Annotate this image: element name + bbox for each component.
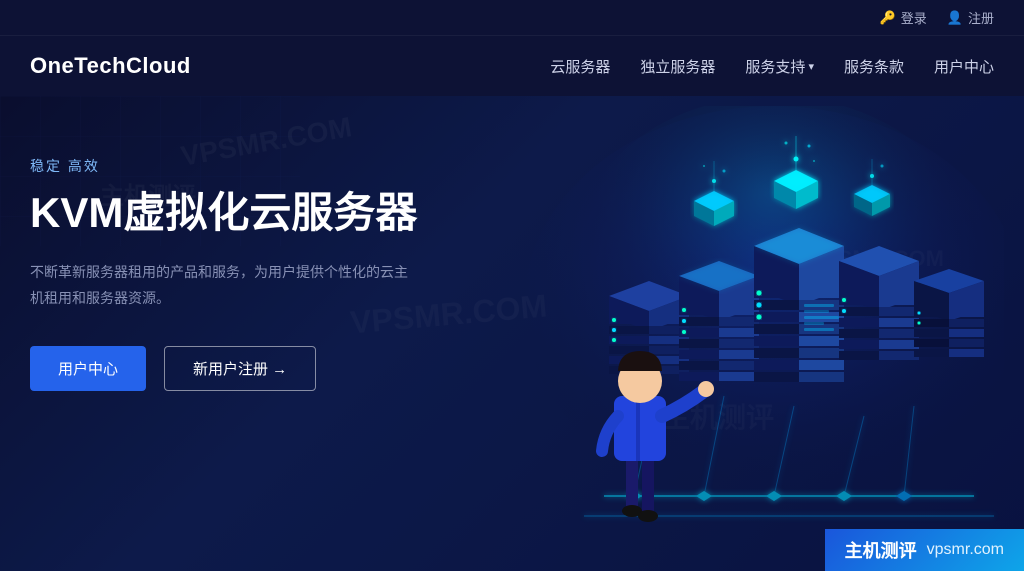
nav-cloud-server[interactable]: 云服务器 <box>550 56 610 77</box>
header: OneTechCloud 云服务器 独立服务器 服务支持 ▾ 服务条款 用户中心 <box>0 36 1024 96</box>
bottom-watermark-bar: 主机测评 vpsmr.com <box>825 529 1024 571</box>
hero-content: 稳定 高效 KVM虚拟化云服务器 不断革新服务器租用的产品和服务，为用户提供个性… <box>30 156 417 391</box>
login-label: 登录 <box>901 8 927 27</box>
user-icon: 👤 <box>947 10 963 26</box>
nav-dedicated-server[interactable]: 独立服务器 <box>640 56 715 77</box>
hero-title: KVM虚拟化云服务器 <box>30 188 417 238</box>
key-icon: 🔑 <box>880 10 896 26</box>
nav-support[interactable]: 服务支持 ▾ <box>745 56 814 77</box>
register-link[interactable]: 👤 注册 <box>947 8 994 27</box>
logo[interactable]: OneTechCloud <box>30 53 191 79</box>
register-button[interactable]: 新用户注册 → <box>164 346 316 391</box>
bottom-bar-label: 主机测评 <box>845 537 917 563</box>
main-nav: 云服务器 独立服务器 服务支持 ▾ 服务条款 用户中心 <box>550 56 994 77</box>
login-link[interactable]: 🔑 登录 <box>880 8 927 27</box>
user-center-button[interactable]: 用户中心 <box>30 346 146 391</box>
bottom-bar-url: vpsmr.com <box>927 541 1004 559</box>
register-label: 注册 <box>968 8 994 27</box>
hero-buttons: 用户中心 新用户注册 → <box>30 346 417 391</box>
hero-description: 不断革新服务器租用的产品和服务，为用户提供个性化的云主机租用和服务器资源。 <box>30 260 410 310</box>
nav-user-center[interactable]: 用户中心 <box>934 56 994 77</box>
server-illustration <box>454 106 1004 566</box>
nav-terms[interactable]: 服务条款 <box>844 56 904 77</box>
top-bar: 🔑 登录 👤 注册 <box>0 0 1024 36</box>
chevron-down-icon: ▾ <box>808 60 814 73</box>
hero-subtitle: 稳定 高效 <box>30 156 417 176</box>
hero-section: VPSMR.COM 主机测评 VPSMR.COM 主机测评 VPSMR.COM … <box>0 96 1024 571</box>
